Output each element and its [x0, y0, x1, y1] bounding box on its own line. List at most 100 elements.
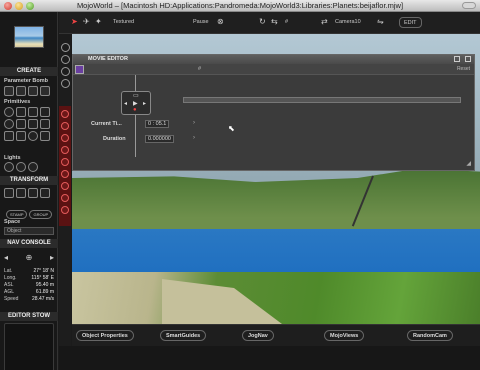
forward-icon[interactable]: ▸ [143, 100, 146, 107]
duration-field[interactable]: 0.000000 [145, 135, 174, 143]
param-bomb-icons [4, 86, 50, 96]
movie-editor-icon[interactable] [61, 110, 69, 118]
lights-label: Lights [4, 155, 21, 161]
primitives-row-1 [4, 107, 50, 117]
material-editor-icon[interactable] [61, 158, 69, 166]
terrain-editor-icon[interactable] [61, 170, 69, 178]
camera-select[interactable]: Camera10 [335, 17, 361, 28]
editor-stow-area[interactable] [4, 323, 54, 370]
duration-stepper-icon[interactable]: › [193, 135, 195, 141]
sphere-icon[interactable] [4, 107, 14, 117]
sky-editor-icon[interactable] [61, 182, 69, 190]
bomb-terrain-icon[interactable] [4, 86, 14, 96]
globe-icon[interactable] [60, 55, 70, 64]
disc-icon[interactable] [40, 119, 50, 129]
resize-grip-icon[interactable]: ◢ [466, 160, 471, 167]
movie-editor-title: MOVIE EDITOR [88, 56, 128, 62]
nav-left-icon[interactable]: ◂ [4, 253, 8, 262]
readout-row: Long. 115° 58' E [4, 275, 54, 281]
cube-icon[interactable] [16, 107, 26, 117]
fly-icon[interactable]: ✈ [83, 17, 90, 26]
spot-light-icon[interactable] [16, 162, 26, 172]
plane-icon[interactable] [16, 119, 26, 129]
render-editor-icon[interactable] [61, 194, 69, 202]
primitives-row-3 [4, 131, 50, 141]
stop-icon[interactable]: ● [133, 107, 137, 113]
clock-icon[interactable] [60, 43, 70, 52]
movie-editor-titlebar[interactable]: MOVIE EDITOR [73, 55, 474, 64]
wedge-icon[interactable] [16, 131, 26, 141]
title-bar: MojoWorld – [Macintosh HD:Applications:P… [0, 0, 480, 12]
collapse-panel-button[interactable] [454, 56, 460, 62]
light-editor-icon[interactable] [61, 122, 69, 130]
torus-icon[interactable] [4, 119, 14, 129]
transform-header: TRANSFORM [0, 176, 58, 185]
planet-thumbnail[interactable] [14, 26, 44, 48]
readout-row: Speed 28.47 m/s [4, 296, 54, 302]
randomcam-button[interactable]: RandomCam [407, 330, 453, 341]
cylinder-icon[interactable] [40, 107, 50, 117]
rotate-object-icon[interactable] [16, 188, 26, 198]
readout-row: ASL 95.40 m [4, 282, 54, 288]
nav-dial[interactable]: ◂ ⊕ ▸ [4, 250, 54, 264]
toolbar-toggle-button[interactable] [462, 2, 476, 9]
close-panel-button[interactable] [465, 56, 471, 62]
create-header: CREATE [0, 67, 58, 76]
camera-editor-icon[interactable] [61, 134, 69, 142]
rewind-icon[interactable]: ◂ [124, 100, 127, 107]
drop-icon[interactable] [40, 188, 50, 198]
stamp-group-buttons: STAMP GROUP [6, 210, 53, 219]
render-mode-select[interactable]: Textured [113, 17, 134, 28]
movie-icon[interactable] [75, 65, 84, 74]
select-arrow-icon[interactable]: ➤ [71, 17, 78, 26]
cone-icon[interactable] [28, 107, 38, 117]
object-properties-button[interactable]: Object Properties [76, 330, 134, 341]
space-select[interactable]: Object [4, 227, 54, 235]
current-time-label: Current Ti... [91, 121, 122, 127]
move-icon[interactable] [4, 188, 14, 198]
foreground-terrain [72, 272, 480, 324]
current-time-field[interactable]: 0 : 05.1 [145, 120, 170, 128]
nav-right-icon[interactable]: ▸ [50, 253, 54, 262]
space-label: Space [4, 219, 21, 225]
stamp-button[interactable]: STAMP [6, 210, 28, 219]
point-light-icon[interactable] [4, 162, 14, 172]
bomb-water-icon[interactable] [16, 86, 26, 96]
rotate-icon[interactable]: ↻ [259, 17, 266, 26]
group-button[interactable]: GROUP [29, 210, 53, 219]
object-editor-icon[interactable] [61, 146, 69, 154]
play-icon[interactable]: ▶ [133, 100, 138, 107]
next-camera-icon[interactable]: ⇋ [377, 17, 384, 26]
bomb-atmosphere-icon[interactable] [28, 86, 38, 96]
jognav-button[interactable]: JogNav [242, 330, 274, 341]
link-icon[interactable]: ⇆ [271, 17, 278, 26]
walk-icon[interactable]: ✦ [95, 17, 102, 26]
mojo-editor-icon[interactable] [61, 206, 69, 214]
sun-light-icon[interactable] [28, 162, 38, 172]
editor-stow-header: EDITOR STOW [0, 312, 58, 321]
time-stepper-icon[interactable]: › [193, 120, 195, 126]
nav-console-header: NAV CONSOLE [0, 239, 58, 248]
edit-button[interactable]: EDIT [399, 17, 422, 28]
bomb-all-icon[interactable] [40, 86, 50, 96]
timeline-track[interactable] [183, 97, 461, 103]
arrows-icon[interactable]: ⇄ [321, 17, 328, 26]
pause-button[interactable]: Pause [193, 17, 209, 28]
tube-icon[interactable] [4, 131, 14, 141]
atmosphere-icon[interactable] [60, 79, 70, 88]
water-icon[interactable] [60, 67, 70, 76]
nav-heading-icon[interactable]: ⊕ [26, 253, 33, 262]
render-icon[interactable]: ⊗ [217, 17, 224, 26]
pyramid-icon[interactable] [28, 119, 38, 129]
smartguides-button[interactable]: SmartGuides [160, 330, 207, 341]
prism-icon[interactable] [40, 131, 50, 141]
mojoviews-button[interactable]: MojoViews [324, 330, 365, 341]
reset-button[interactable]: Reset [457, 66, 470, 72]
bottom-toolbar: Object Properties SmartGuides JogNav Moj… [72, 324, 480, 346]
capsule-icon[interactable] [28, 131, 38, 141]
scale-icon[interactable] [28, 188, 38, 198]
readout-row: AGL 61.89 m [4, 289, 54, 295]
record-icon[interactable]: ▭ [133, 92, 139, 99]
nav-readout: Lat. 27° 18' N Long. 115° 58' E ASL 95.40 m… [4, 268, 54, 303]
hash-field[interactable]: # [285, 17, 288, 28]
